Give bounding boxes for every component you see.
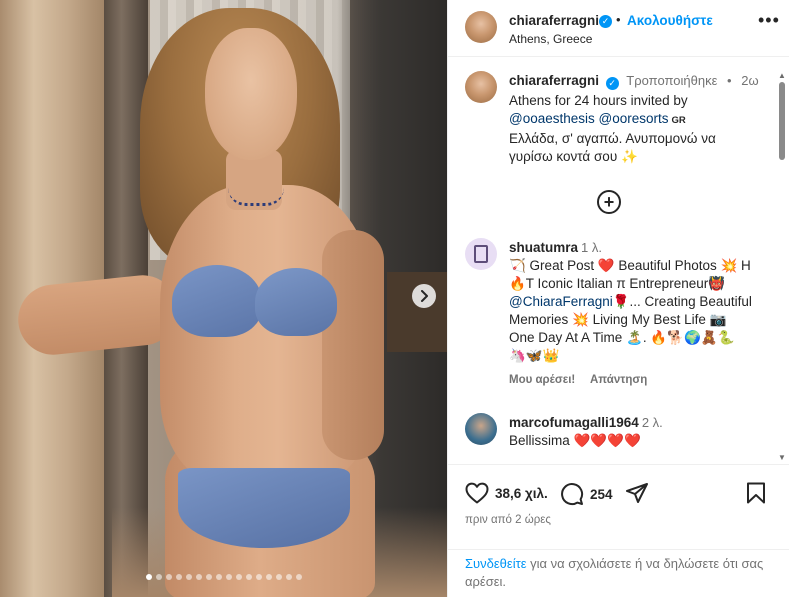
bookmark-icon [747,482,765,504]
photo-right-arm [322,230,384,460]
post-actions: 38,6 χιλ. 254 πριν από 2 ώρες Συνδεθείτε… [448,464,789,597]
comments-count[interactable]: 254 [590,487,613,502]
author-avatar[interactable] [465,11,497,43]
comment-like-button[interactable]: Μου αρέσει! [509,374,575,386]
carousel-next-button[interactable] [412,284,436,308]
carousel-dot [235,574,242,580]
scroll-up-icon[interactable]: ▲ [778,72,786,80]
carousel-dot [265,574,272,580]
scrollbar-thumb[interactable] [779,82,785,160]
more-options-icon[interactable]: ••• [758,11,780,29]
post-header: chiaraferragni ✓ • Ακολουθήστε Athens, G… [448,0,789,57]
post-media[interactable] [0,0,447,597]
verified-badge-icon: ✓ [605,77,619,90]
carousel-dot [205,574,212,580]
photo-top-left [172,265,262,337]
chevron-right-icon [421,290,428,302]
caption-line: Athens for 24 hours invited by [509,93,688,108]
verified-badge-icon: ✓ [599,15,612,28]
photo-bottom [178,468,350,548]
photo-face [205,28,297,160]
carousel-dot [285,574,292,580]
comments-scroll-area[interactable]: chiaraferragni ✓ Τροποποιήθηκε • 2ω Athe… [448,58,789,464]
comment-mention[interactable]: @ChiaraFerragni [509,294,613,309]
heart-icon [465,482,489,504]
login-prompt: Συνδεθείτε για να σχολιάσετε ή να δηλώσε… [448,549,789,597]
login-link[interactable]: Συνδεθείτε [465,556,527,571]
carousel-dot [175,574,182,580]
caption-time[interactable]: 2ω [741,73,758,88]
carousel-dot [275,574,282,580]
comment-button[interactable]: 254 [560,482,613,506]
post-sidebar: chiaraferragni ✓ • Ακολουθήστε Athens, G… [447,0,789,597]
carousel-dot [155,574,162,580]
author-username[interactable]: chiaraferragni [509,13,599,28]
furniture [387,272,447,352]
carousel-dot [245,574,252,580]
follow-button[interactable]: Ακολουθήστε [627,13,713,28]
carousel-dot [195,574,202,580]
save-button[interactable] [746,482,766,504]
caption-time-separator: • [727,73,732,88]
caption-line: Ελλάδα, σ' αγαπώ. Ανυπομονώ να γυρίσω κο… [509,131,716,164]
comment-reply-button[interactable]: Απάντηση [590,374,647,386]
comment-bubble-icon [561,483,584,506]
comment-time[interactable]: 2 λ. [642,415,663,430]
photo-top-right [255,268,337,336]
edited-label: Τροποποιήθηκε [626,73,718,88]
comment-avatar[interactable] [465,413,497,445]
carousel-dot [295,574,302,580]
comment-username[interactable]: shuatumra [509,240,578,255]
carousel-dot [165,574,172,580]
share-button[interactable] [625,482,649,504]
posted-time[interactable]: πριν από 2 ώρες [465,514,551,526]
comment-time[interactable]: 1 λ. [581,240,602,255]
caption-text: Athens for 24 hours invited by @ooaesthe… [509,92,749,166]
carousel-dot [225,574,232,580]
paper-plane-icon [626,483,648,503]
caption-mention[interactable]: @ooresorts [599,111,669,126]
comment-text: 🏹 Great Post ❤️ Beautiful Photos 💥 H🔥T I… [509,258,751,291]
caption-author-avatar[interactable] [465,71,497,103]
header-separator: • [616,12,621,27]
like-button[interactable]: 38,6 χιλ. [465,482,548,504]
comment-text: Bellissima ❤️❤️❤️❤️ [509,433,641,448]
caption-tag-code: GR [671,115,686,126]
post-location[interactable]: Athens, Greece [509,32,592,46]
load-more-comments-icon[interactable]: + [597,190,621,214]
scroll-down-icon[interactable]: ▼ [778,454,786,462]
avatar-glyph-icon [474,245,488,263]
caption-mention[interactable]: @ooaesthesis [509,111,595,126]
carousel-dot [185,574,192,580]
comment-avatar[interactable] [465,238,497,270]
carousel-dot [215,574,222,580]
caption-author-username[interactable]: chiaraferragni [509,73,599,88]
carousel-dot [145,574,152,580]
comments-scrollbar[interactable]: ▲ ▼ [778,60,786,462]
comment-username[interactable]: marcofumagalli1964 [509,415,639,430]
carousel-dot [255,574,262,580]
likes-count[interactable]: 38,6 χιλ. [495,486,548,501]
carousel-indicator [0,574,447,580]
